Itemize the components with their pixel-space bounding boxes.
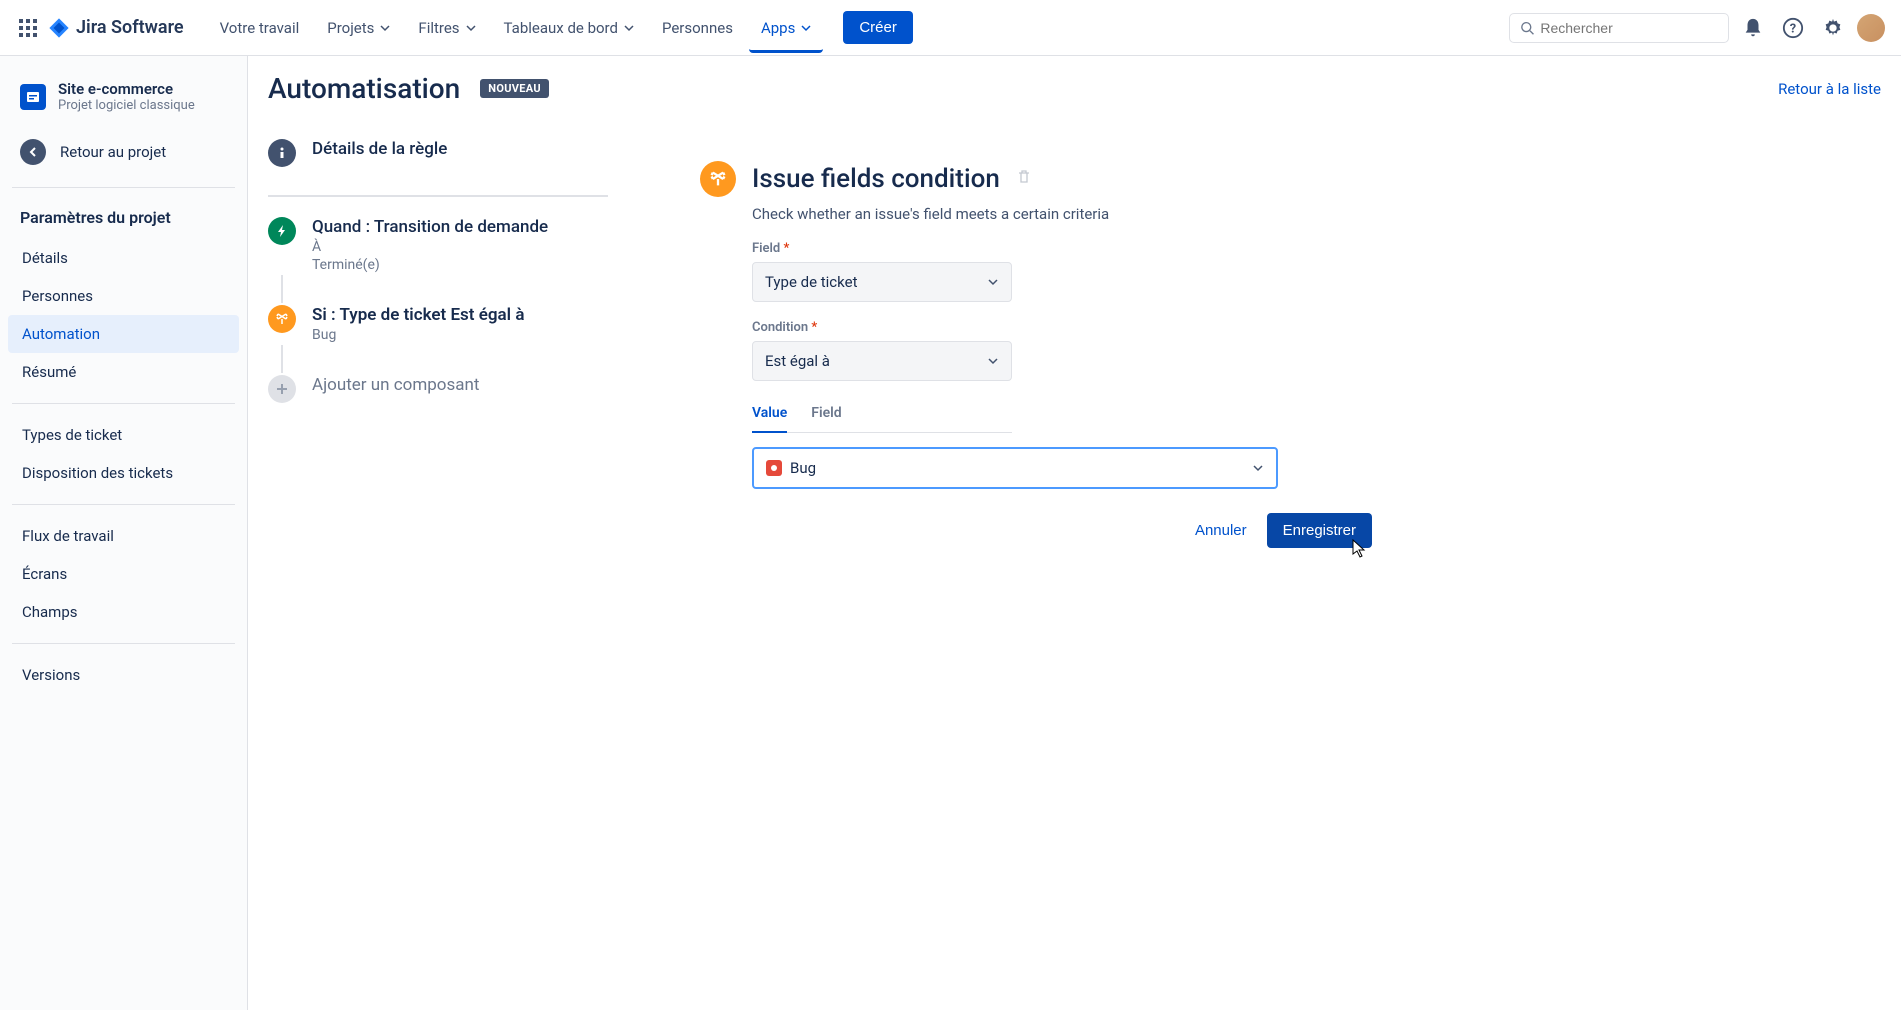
nav-filters[interactable]: Filtres (406, 11, 487, 45)
sidebar-item-screens[interactable]: Écrans (8, 555, 239, 593)
rule-details-label: Détails de la règle (312, 139, 608, 159)
trigger-title: Quand : Transition de demande (312, 217, 608, 237)
nav-projects[interactable]: Projets (315, 11, 402, 45)
sidebar-item-workflows[interactable]: Flux de travail (8, 517, 239, 555)
sidebar: Site e-commerce Projet logiciel classiqu… (0, 56, 248, 1010)
chevron-down-icon (1252, 462, 1264, 474)
chevron-down-icon (801, 23, 811, 33)
project-icon (20, 84, 46, 110)
content-header: Automatisation NOUVEAU Retour à la liste (268, 72, 1881, 105)
detail-title: Issue fields condition (752, 164, 1000, 194)
detail-header: Issue fields condition (700, 161, 1400, 197)
condition-title: Si : Type de ticket Est égal à (312, 305, 608, 325)
rule-step-trigger[interactable]: Quand : Transition de demande À Terminé(… (268, 207, 608, 283)
tab-value[interactable]: Value (752, 399, 787, 433)
condition-label: Condition * (752, 320, 1282, 335)
rule-builder: Détails de la règle Quand : Transition d… (268, 129, 608, 548)
condition-select[interactable]: Est égal à (752, 341, 1012, 381)
content: Automatisation NOUVEAU Retour à la liste… (248, 56, 1901, 1010)
condition-icon (700, 161, 736, 197)
nav-apps[interactable]: Apps (749, 11, 823, 53)
divider (12, 403, 235, 404)
divider (12, 643, 235, 644)
trigger-sub-status: Terminé(e) (312, 257, 608, 273)
chevron-down-icon (466, 23, 476, 33)
search-icon (1520, 20, 1534, 36)
chevron-down-icon (987, 355, 999, 367)
return-to-list-link[interactable]: Retour à la liste (1778, 80, 1881, 98)
product-name: Jira Software (76, 17, 184, 38)
cursor-icon (1350, 538, 1368, 560)
bug-icon (766, 460, 782, 476)
svg-text:?: ? (1790, 21, 1796, 36)
field-label: Field * (752, 241, 1282, 256)
back-arrow-icon (20, 139, 46, 165)
plus-icon (268, 375, 296, 403)
jira-logo[interactable]: Jira Software (48, 17, 184, 39)
condition-icon (268, 305, 296, 333)
field-select-value: Type de ticket (765, 273, 857, 291)
sidebar-item-summary[interactable]: Résumé (8, 353, 239, 391)
rule-step-details[interactable]: Détails de la règle (268, 129, 608, 177)
app-switcher-icon[interactable] (16, 16, 40, 40)
value-selected: Bug (790, 459, 816, 477)
sidebar-item-issue-layout[interactable]: Disposition des tickets (8, 454, 239, 492)
chevron-down-icon (987, 276, 999, 288)
sidebar-heading: Paramètres du projet (8, 200, 239, 239)
tab-field[interactable]: Field (811, 399, 841, 432)
back-to-project[interactable]: Retour au projet (8, 129, 239, 175)
detail-panel: Issue fields condition Check whether an … (640, 129, 1400, 548)
divider (268, 195, 608, 197)
cancel-button[interactable]: Annuler (1183, 513, 1259, 548)
sidebar-item-details[interactable]: Détails (8, 239, 239, 277)
project-name: Site e-commerce (58, 80, 195, 98)
nav-dashboards[interactable]: Tableaux de bord (492, 11, 646, 45)
value-select[interactable]: Bug (752, 447, 1278, 489)
nav-your-work[interactable]: Votre travail (208, 11, 312, 45)
trigger-icon (268, 217, 296, 245)
condition-select-value: Est égal à (765, 352, 830, 370)
new-badge: NOUVEAU (480, 79, 549, 98)
user-avatar[interactable] (1857, 14, 1885, 42)
create-button[interactable]: Créer (843, 11, 913, 44)
info-icon (268, 139, 296, 167)
help-icon[interactable]: ? (1777, 12, 1809, 44)
delete-icon[interactable] (1016, 169, 1032, 189)
sidebar-item-versions[interactable]: Versions (8, 656, 239, 694)
rule-step-add[interactable]: Ajouter un composant (268, 365, 608, 413)
notifications-icon[interactable] (1737, 12, 1769, 44)
search-input[interactable] (1540, 20, 1718, 36)
project-header: Site e-commerce Projet logiciel classiqu… (8, 76, 239, 129)
field-select[interactable]: Type de ticket (752, 262, 1012, 302)
page-title: Automatisation (268, 72, 460, 105)
settings-icon[interactable] (1817, 12, 1849, 44)
form-actions: Annuler Enregistrer (700, 513, 1372, 548)
sidebar-item-issue-types[interactable]: Types de ticket (8, 416, 239, 454)
nav-items: Votre travail Projets Filtres Tableaux d… (208, 11, 824, 45)
chevron-down-icon (624, 23, 634, 33)
chevron-down-icon (380, 23, 390, 33)
sidebar-item-people[interactable]: Personnes (8, 277, 239, 315)
sidebar-item-fields[interactable]: Champs (8, 593, 239, 631)
search-box[interactable] (1509, 13, 1729, 43)
sidebar-item-automation[interactable]: Automation (8, 315, 239, 353)
rule-step-condition[interactable]: Si : Type de ticket Est égal à Bug (268, 295, 608, 353)
trigger-sub-to: À (312, 239, 608, 255)
bug-chip: Bug (766, 459, 816, 477)
jira-logo-icon (48, 17, 70, 39)
project-type: Projet logiciel classique (58, 98, 195, 113)
divider (12, 187, 235, 188)
detail-description: Check whether an issue's field meets a c… (752, 205, 1400, 223)
divider (12, 504, 235, 505)
condition-sub: Bug (312, 327, 608, 343)
top-nav: Jira Software Votre travail Projets Filt… (0, 0, 1901, 56)
value-field-tabs: Value Field (752, 399, 1012, 433)
nav-people[interactable]: Personnes (650, 11, 745, 45)
add-component-label: Ajouter un composant (312, 375, 608, 395)
